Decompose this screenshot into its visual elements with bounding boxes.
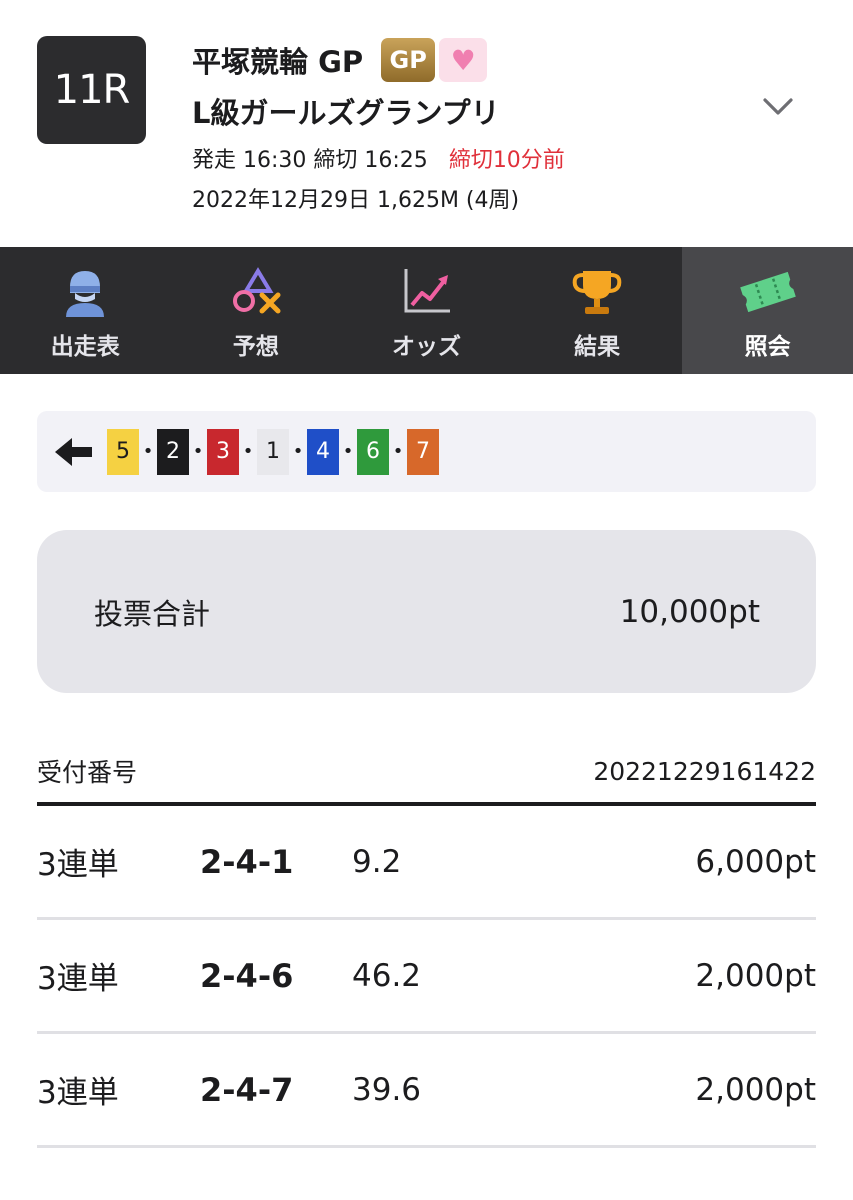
total-card: 投票合計 10,000pt (37, 530, 816, 693)
race-name: L級ガールズグランプリ (192, 96, 500, 130)
bike-number-chip: 6 (357, 428, 389, 475)
total-value: 10,000pt (619, 593, 760, 630)
tab-inquiry[interactable]: 照会 (682, 247, 853, 374)
bet-combination: 2-4-7 (200, 1070, 294, 1109)
separator-dot: • (142, 441, 154, 462)
receipt-label: 受付番号 (37, 758, 138, 787)
tab-label: 結果 (574, 334, 621, 360)
time-row: 発走 16:30 締切 16:25 締切10分前 (192, 142, 565, 173)
bet-row: 3連単 2-4-7 39.6 2,000pt (37, 1034, 816, 1148)
race-info: 平塚競輪 GP GP ♥ L級ガールズグランプリ 発走 16:30 締切 16:… (192, 38, 565, 214)
tab-bar: 出走表 予想 オッズ 結果 照会 (0, 247, 853, 374)
tab-label: 予想 (232, 334, 279, 360)
finish-order-chips: 5 • 2 • 3 • 1 • 4 • 6 • 7 (107, 428, 439, 475)
gp-badge: GP (381, 38, 436, 82)
ticket-icon (739, 267, 797, 317)
separator-dot: • (392, 441, 404, 462)
bet-amount: 6,000pt (695, 843, 816, 880)
bet-amount: 2,000pt (695, 1071, 816, 1108)
total-label: 投票合計 (94, 596, 211, 631)
finish-order-bar: 5 • 2 • 3 • 1 • 4 • 6 • 7 (37, 411, 816, 492)
date-distance: 2022年12月29日 1,625M (4周) (192, 188, 520, 213)
heart-icon: ♥ (439, 38, 488, 82)
bet-odds: 46.2 (352, 957, 422, 994)
venue-title: 平塚競輪 GP (192, 45, 364, 79)
separator-dot: • (342, 441, 354, 462)
bet-row: 3連単 2-4-1 9.2 6,000pt (37, 806, 816, 920)
trophy-icon (568, 267, 626, 317)
bet-amount: 2,000pt (695, 957, 816, 994)
start-time: 発走 16:30 (192, 148, 307, 173)
tab-label: 出走表 (50, 334, 120, 360)
bet-odds: 39.6 (352, 1071, 422, 1108)
tab-entries[interactable]: 出走表 (0, 247, 171, 374)
bike-number-chip: 5 (107, 428, 139, 475)
bet-type: 3連単 (37, 961, 119, 997)
bike-number-chip: 4 (307, 428, 339, 475)
tab-label: オッズ (391, 334, 461, 360)
bike-number-chip: 1 (257, 428, 289, 475)
tab-results[interactable]: 結果 (512, 247, 683, 374)
racer-icon (56, 267, 114, 317)
tab-odds[interactable]: オッズ (341, 247, 512, 374)
bike-number-chip: 7 (407, 428, 439, 475)
bet-type: 3連単 (37, 847, 119, 883)
bet-combination: 2-4-1 (200, 842, 294, 881)
venue-row: 平塚競輪 GP GP ♥ (192, 38, 565, 82)
bet-type: 3連単 (37, 1075, 119, 1111)
prediction-icon (227, 267, 285, 317)
separator-dot: • (292, 441, 304, 462)
bike-number-chip: 3 (207, 428, 239, 475)
bet-combination: 2-4-6 (200, 956, 294, 995)
receipt-row: 受付番号 20221229161422 (37, 740, 816, 806)
bet-odds: 9.2 (352, 843, 402, 880)
odds-chart-icon (397, 267, 455, 317)
bet-row: 3連単 2-4-6 46.2 2,000pt (37, 920, 816, 1034)
deadline-alert: 締切10分前 (448, 148, 565, 173)
arrow-left-icon (55, 437, 92, 466)
bike-number-chip: 2 (157, 428, 189, 475)
race-number-badge: 11R (37, 36, 146, 144)
bet-list: 3連単 2-4-1 9.2 6,000pt 3連単 2-4-6 46.2 2,0… (37, 806, 816, 1148)
tab-prediction[interactable]: 予想 (171, 247, 342, 374)
tab-label: 照会 (744, 334, 791, 360)
separator-dot: • (242, 441, 254, 462)
separator-dot: • (192, 441, 204, 462)
deadline-time: 締切 16:25 (313, 148, 428, 173)
chevron-down-icon[interactable] (762, 96, 794, 118)
receipt-number: 20221229161422 (593, 756, 816, 786)
